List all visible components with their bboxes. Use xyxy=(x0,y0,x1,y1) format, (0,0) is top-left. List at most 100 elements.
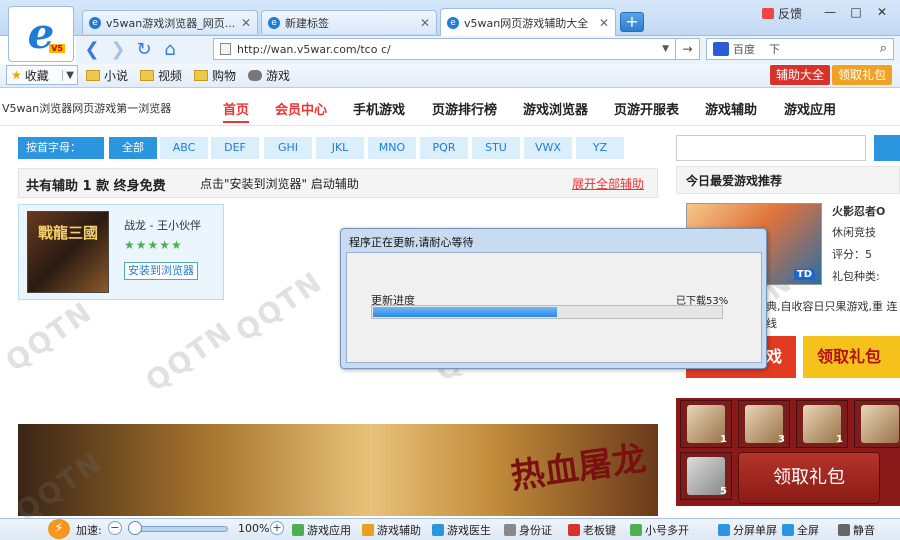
split-screen-icon xyxy=(718,524,730,536)
site-search-button[interactable] xyxy=(874,135,900,161)
recommend-game-name[interactable]: 火影忍者O xyxy=(832,203,885,219)
expand-all-link[interactable]: 展开全部辅助 xyxy=(572,175,644,192)
fav-label: 游戏 xyxy=(266,69,291,83)
claim-gift-button[interactable]: 领取礼包 xyxy=(832,65,893,85)
zoom-slider[interactable] xyxy=(128,526,228,532)
speaker-icon xyxy=(838,524,850,536)
assist-icon xyxy=(362,524,374,536)
recommend-title: 今日最爱游戏推荐 xyxy=(686,174,783,188)
assist-all-button[interactable]: 辅助大全 xyxy=(770,65,831,85)
accelerate-icon[interactable]: ⚡ xyxy=(48,519,70,539)
ie-icon: e xyxy=(89,16,101,29)
game-name[interactable]: 战龙 - 王小伙伴 xyxy=(124,217,201,233)
folder-icon xyxy=(140,70,154,81)
status-game-apps[interactable]: 游戏应用 xyxy=(292,522,351,538)
ie-icon: e xyxy=(268,16,280,29)
filter-label: 按首字母： xyxy=(18,137,104,159)
filter-ghi[interactable]: GHI xyxy=(264,137,312,159)
close-window-button[interactable]: ✕ xyxy=(872,4,892,20)
close-tab-icon[interactable]: ✕ xyxy=(420,16,430,30)
zoom-in-button[interactable]: + xyxy=(270,521,284,535)
game-thumbnail[interactable]: 戰龍三國 xyxy=(27,211,109,293)
status-multi-account[interactable]: 小号多开 xyxy=(630,522,689,538)
favorites-button[interactable]: ★ 收藏 ▼ xyxy=(6,65,78,85)
nav-game-apps[interactable]: 游戏应用 xyxy=(784,99,836,118)
status-boss-key[interactable]: 老板键 xyxy=(568,522,616,538)
fav-video[interactable]: 视频 xyxy=(140,67,182,84)
recommend-gift-type: 礼包种类: xyxy=(832,270,880,283)
go-button[interactable]: → xyxy=(675,39,699,59)
filter-jkl[interactable]: JKL xyxy=(316,137,364,159)
claim-gift-big-button[interactable]: 领取礼包 xyxy=(803,336,900,378)
close-tab-icon[interactable]: ✕ xyxy=(599,16,609,30)
status-fullscreen[interactable]: 全屏 xyxy=(782,522,819,538)
filter-stu[interactable]: STU xyxy=(472,137,520,159)
install-button[interactable]: 安装到浏览器 xyxy=(124,262,198,280)
nav-game-browser[interactable]: 游戏浏览器 xyxy=(523,99,588,118)
minimize-button[interactable]: — xyxy=(820,4,840,20)
tab-label: v5wan游戏浏览器_网页... xyxy=(106,16,235,30)
tab-2[interactable]: e 新建标签 ✕ xyxy=(261,10,437,34)
id-card-icon xyxy=(504,524,516,536)
gift-slot[interactable]: 5 xyxy=(680,452,732,500)
fav-label: 小说 xyxy=(104,69,129,83)
gamepad-icon xyxy=(248,70,262,81)
nav-home[interactable]: 首页 xyxy=(223,99,250,123)
site-title: V5wan浏览器网页游戏第一浏览器 xyxy=(2,102,172,115)
feedback-button[interactable]: 反馈 xyxy=(762,5,802,22)
site-search-input[interactable] xyxy=(676,135,866,161)
status-mute[interactable]: 静音 xyxy=(838,522,875,538)
browser-logo[interactable]: e V5 xyxy=(8,6,74,62)
fav-shopping[interactable]: 购物 xyxy=(194,67,236,84)
status-game-assist[interactable]: 游戏辅助 xyxy=(362,522,421,538)
gift-slot[interactable]: 3 xyxy=(738,400,790,448)
home-icon[interactable]: ⌂ xyxy=(160,40,180,60)
nav-game-assist[interactable]: 游戏辅助 xyxy=(705,99,757,118)
close-tab-icon[interactable]: ✕ xyxy=(241,16,251,30)
filter-mno[interactable]: MNO xyxy=(368,137,416,159)
gift-slot[interactable] xyxy=(854,400,900,448)
address-bar[interactable]: http://wan.v5war.com/tco c/ ▼ → xyxy=(213,38,700,60)
status-game-doctor[interactable]: 游戏医生 xyxy=(432,522,491,538)
filter-def[interactable]: DEF xyxy=(211,137,259,159)
gift-slot[interactable]: 1 xyxy=(796,400,848,448)
refresh-icon[interactable]: ↻ xyxy=(134,40,154,60)
nav-ranking[interactable]: 页游排行榜 xyxy=(432,99,497,118)
nav-member[interactable]: 会员中心 xyxy=(275,99,327,118)
folder-icon xyxy=(86,70,100,81)
zoom-out-button[interactable]: − xyxy=(108,521,122,535)
nav-mobile-games[interactable]: 手机游戏 xyxy=(353,99,405,118)
doctor-icon xyxy=(432,524,444,536)
fav-novel[interactable]: 小说 xyxy=(86,67,128,84)
tab-label: v5wan网页游戏辅助大全 xyxy=(464,16,589,30)
watermark: QQTN xyxy=(229,264,329,349)
status-id-card[interactable]: 身份证 xyxy=(504,522,552,538)
zoom-level: 100% xyxy=(238,522,270,535)
filter-abc[interactable]: ABC xyxy=(160,137,208,159)
folder-icon xyxy=(194,70,208,81)
slider-knob[interactable] xyxy=(128,521,142,535)
status-split-screen[interactable]: 分屏单屏 xyxy=(718,522,777,538)
maximize-button[interactable]: □ xyxy=(846,4,866,20)
tab-3-active[interactable]: e v5wan网页游戏辅助大全 ✕ xyxy=(440,8,616,36)
forward-icon[interactable]: ❯ xyxy=(108,40,128,60)
search-box[interactable]: 百度 下 ⌕ xyxy=(706,38,894,60)
tab-1[interactable]: e v5wan游戏浏览器_网页... ✕ xyxy=(82,10,258,34)
claim-gift-panel-button[interactable]: 领取礼包 xyxy=(738,452,880,504)
nav-server-list[interactable]: 页游开服表 xyxy=(614,99,679,118)
search-placeholder: 下 xyxy=(769,43,780,56)
search-icon[interactable]: ⌕ xyxy=(880,41,887,56)
page-icon xyxy=(220,43,231,55)
filter-pqr[interactable]: PQR xyxy=(420,137,468,159)
fav-games[interactable]: 游戏 xyxy=(248,67,290,84)
gift-slot[interactable]: 1 xyxy=(680,400,732,448)
filter-yz[interactable]: YZ xyxy=(576,137,624,159)
assist-count: 共有辅助 1 款 终身免费 xyxy=(26,179,166,194)
filter-vwx[interactable]: VWX xyxy=(524,137,572,159)
back-icon[interactable]: ❮ xyxy=(82,40,102,60)
chevron-down-icon[interactable]: ▼ xyxy=(662,44,669,54)
new-tab-button[interactable]: + xyxy=(620,12,644,32)
chevron-down-icon[interactable]: ▼ xyxy=(62,69,77,81)
fav-label: 购物 xyxy=(212,69,237,83)
filter-all[interactable]: 全部 xyxy=(109,137,157,159)
